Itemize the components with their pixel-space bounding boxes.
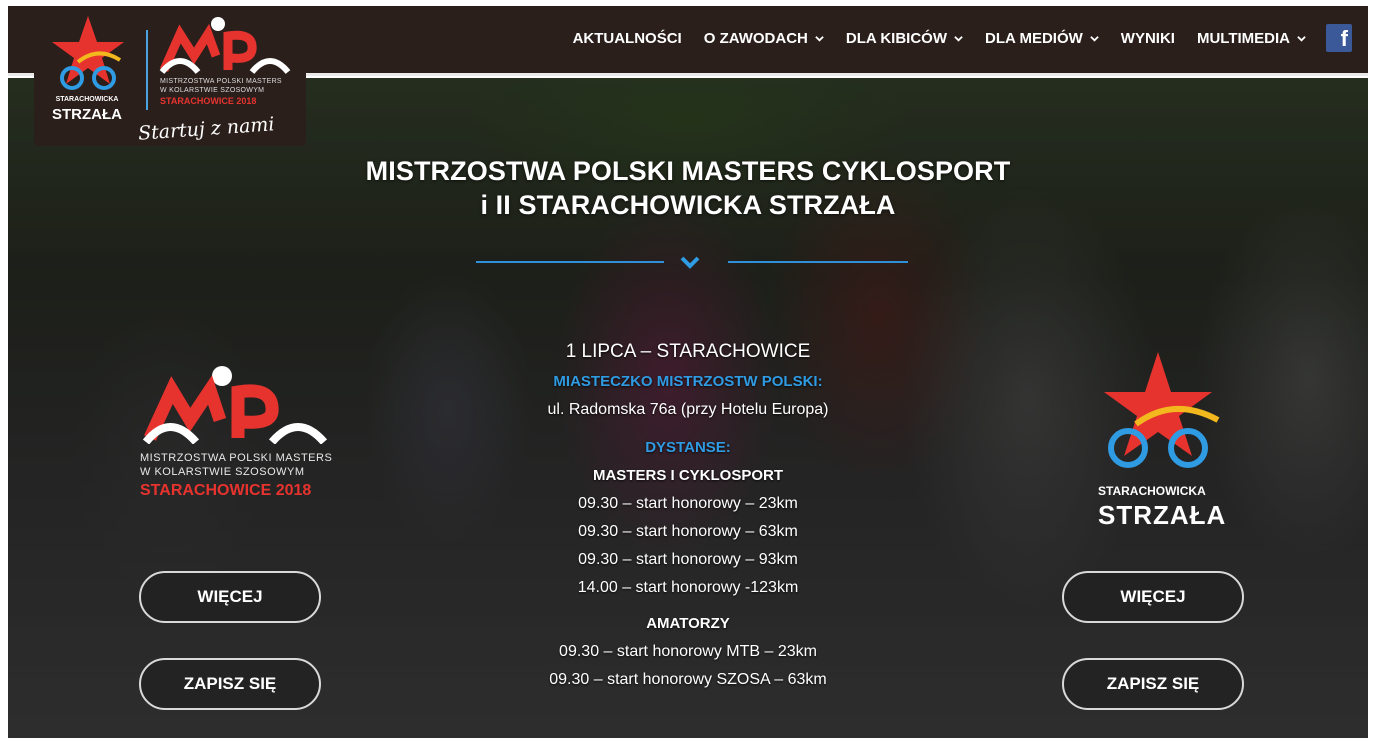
facebook-icon[interactable]: f	[1326, 24, 1352, 52]
strzala-star-icon	[52, 16, 124, 90]
strzala-star-icon	[1104, 352, 1220, 468]
nav-item-multimedia[interactable]: MULTIMEDIA	[1197, 30, 1306, 47]
facebook-glyph: f	[1340, 26, 1348, 51]
logo-mp-city: STARACHOWICE 2018	[160, 96, 257, 106]
logo-mp-line2: W KOLARSTWIE SZOSOWYM	[160, 87, 265, 94]
nav-item-dla-mediow[interactable]: DLA MEDIÓW	[985, 30, 1099, 47]
mp-logo-icon	[159, 17, 291, 75]
mp-left-line2: W KOLARSTWIE SZOSOWYM	[140, 466, 305, 478]
nav-label: DLA MEDIÓW	[985, 29, 1083, 47]
nav-item-o-zawodach[interactable]: O ZAWODACH	[704, 30, 824, 47]
strzala-right-small: STARACHOWICKA	[1098, 484, 1206, 498]
more-button-right[interactable]: WIĘCEJ	[1062, 571, 1244, 623]
chevron-down-icon	[954, 35, 963, 42]
logo-strzala-big: STRZAŁA	[52, 106, 122, 123]
chevron-down-icon	[1297, 35, 1306, 42]
chevron-down-icon[interactable]	[679, 255, 701, 271]
logo-mp-line1: MISTRZOSTWA POLSKI MASTERS	[160, 78, 282, 85]
hero-title: MISTRZOSTWA POLSKI MASTERS CYKLOSPORT i …	[8, 154, 1368, 222]
site-logo[interactable]: STARACHOWICKA STRZAŁA MISTRZOSTWA POLSKI…	[34, 6, 306, 146]
nav-item-aktualnosci[interactable]: AKTUALNOŚCI	[573, 30, 682, 47]
mp-logo-icon	[142, 366, 328, 444]
more-button-left[interactable]: WIĘCEJ	[139, 571, 321, 623]
logo-divider	[146, 30, 148, 110]
mp-left-city: STARACHOWICE 2018	[140, 482, 312, 499]
nav-label: MULTIMEDIA	[1196, 29, 1290, 47]
logo-strzala-small: STARACHOWICKA	[55, 96, 119, 103]
title-separator-left	[476, 261, 664, 263]
mp-left-line1: MISTRZOSTWA POLSKI MASTERS	[140, 452, 333, 464]
nav-label: WYNIKI	[1120, 29, 1175, 47]
strzala-right-big: STRZAŁA	[1098, 500, 1227, 530]
nav-label: AKTUALNOŚCI	[572, 29, 682, 47]
page-frame: AKTUALNOŚCI O ZAWODACH DLA KIBICÓW DLA M…	[8, 6, 1368, 738]
nav-item-wyniki[interactable]: WYNIKI	[1121, 30, 1175, 47]
hero-title-line2: i II STARACHOWICKA STRZAŁA	[480, 190, 896, 220]
logo-slogan: Startuj z nami	[137, 113, 276, 145]
nav-label: DLA KIBICÓW	[845, 29, 948, 47]
masters-item: 09.30 – start honorowy – 93km	[578, 551, 798, 568]
nav-item-dla-kibicow[interactable]: DLA KIBICÓW	[846, 30, 963, 47]
signup-button-left[interactable]: ZAPISZ SIĘ	[139, 658, 321, 710]
nav-label: O ZAWODACH	[703, 29, 808, 47]
mp-logo-left[interactable]: MISTRZOSTWA POLSKI MASTERS W KOLARSTWIE …	[136, 362, 336, 512]
main-menu: AKTUALNOŚCI O ZAWODACH DLA KIBICÓW DLA M…	[551, 24, 1352, 52]
hero-title-line1: MISTRZOSTWA POLSKI MASTERS CYKLOSPORT	[365, 156, 1011, 186]
chevron-down-icon	[815, 35, 824, 42]
strzala-logo-right[interactable]: STARACHOWICKA STRZAŁA	[1088, 348, 1228, 530]
chevron-down-icon	[1090, 35, 1099, 42]
title-separator-right	[728, 261, 908, 263]
signup-button-right[interactable]: ZAPISZ SIĘ	[1062, 658, 1244, 710]
